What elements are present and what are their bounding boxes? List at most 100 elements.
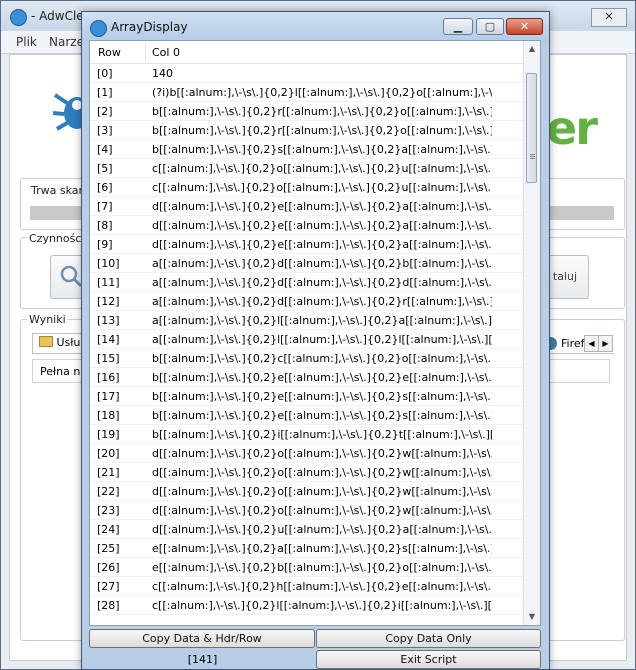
row-index: [25] (97, 542, 120, 555)
row-index: [23] (97, 504, 120, 517)
row-index: [18] (97, 409, 120, 422)
row-index: [13] (97, 314, 120, 327)
row-index: [20] (97, 447, 120, 460)
vertical-scrollbar[interactable]: ▲ ▼ (523, 41, 540, 625)
table-row[interactable]: [8] d[[:alnum:],\-\s\.]{0,2}e[[:alnum:],\… (90, 216, 524, 235)
table-row[interactable]: [25] e[[:alnum:],\-\s\.]{0,2}a[[:alnum:],… (90, 539, 524, 558)
grip-icon (530, 154, 535, 155)
row-value: b[[:alnum:],\-\s\.]{0,2}e[[:alnum:],\-\s… (152, 409, 492, 422)
scan-group-label: Trwa skan (29, 184, 88, 197)
row-index: [17] (97, 390, 120, 403)
table-row[interactable]: [5] c[[:alnum:],\-\s\.]{0,2}o[[:alnum:],\… (90, 159, 524, 178)
row-value: a[[:alnum:],\-\s\.]{0,2}l[[:alnum:],\-\s… (152, 314, 492, 327)
table-row[interactable]: [9] d[[:alnum:],\-\s\.]{0,2}e[[:alnum:],\… (90, 235, 524, 254)
menu-tools[interactable]: Narzę (49, 35, 84, 49)
row-index: [2] (97, 105, 113, 118)
table-row[interactable]: [4] b[[:alnum:],\-\s\.]{0,2}s[[:alnum:],\… (90, 140, 524, 159)
row-index: [16] (97, 371, 120, 384)
table-row[interactable]: [10] a[[:alnum:],\-\s\.]{0,2}d[[:alnum:],… (90, 254, 524, 273)
row-value: c[[:alnum:],\-\s\.]{0,2}h[[:alnum:],\-\s… (152, 580, 492, 593)
column-header-row[interactable]: Row (98, 46, 121, 59)
row-index: [8] (97, 219, 113, 232)
table-row[interactable]: [12] a[[:alnum:],\-\s\.]{0,2}d[[:alnum:],… (90, 292, 524, 311)
table-row[interactable]: [7] d[[:alnum:],\-\s\.]{0,2}e[[:alnum:],\… (90, 197, 524, 216)
row-index: [6] (97, 181, 113, 194)
exit-script-button[interactable]: Exit Script (316, 650, 541, 669)
tab-services[interactable]: Usłu (32, 333, 88, 353)
uninstall-label: taluj (552, 270, 578, 283)
row-index: [3] (97, 124, 113, 137)
row-index: [9] (97, 238, 113, 251)
row-value: d[[:alnum:],\-\s\.]{0,2}e[[:alnum:],\-\s… (152, 200, 492, 213)
close-button[interactable]: ✕ (591, 8, 627, 27)
column-header-col0[interactable]: Col 0 (152, 46, 180, 59)
table-row[interactable]: [16] b[[:alnum:],\-\s\.]{0,2}e[[:alnum:],… (90, 368, 524, 387)
row-value: c[[:alnum:],\-\s\.]{0,2}o[[:alnum:],\-\s… (152, 162, 492, 175)
row-value: b[[:alnum:],\-\s\.]{0,2}s[[:alnum:],\-\s… (152, 143, 492, 156)
table-row[interactable]: [3] b[[:alnum:],\-\s\.]{0,2}r[[:alnum:],\… (90, 121, 524, 140)
table-row[interactable]: [15] b[[:alnum:],\-\s\.]{0,2}c[[:alnum:],… (90, 349, 524, 368)
tab-firefox-label[interactable]: Firef (561, 337, 585, 350)
autoit-icon (90, 20, 107, 37)
row-value: d[[:alnum:],\-\s\.]{0,2}e[[:alnum:],\-\s… (152, 238, 492, 251)
column-divider[interactable] (145, 43, 146, 61)
row-index: [14] (97, 333, 120, 346)
table-row[interactable]: [26] e[[:alnum:],\-\s\.]{0,2}b[[:alnum:],… (90, 558, 524, 577)
table-row[interactable]: [28] c[[:alnum:],\-\s\.]{0,2}l[[:alnum:],… (90, 596, 524, 615)
row-index: [4] (97, 143, 113, 156)
row-value: b[[:alnum:],\-\s\.]{0,2}i[[:alnum:],\-\s… (152, 428, 492, 441)
row-index: [28] (97, 599, 120, 612)
actions-group-label: Czynności (27, 232, 87, 245)
scroll-down-arrow-icon[interactable]: ▼ (524, 609, 540, 625)
minimize-button[interactable]: ▁ (443, 18, 473, 35)
table-row[interactable]: [1] (?i)b[[:alnum:],\-\s\.]{0,2}l[[:alnum… (90, 83, 524, 102)
row-value: b[[:alnum:],\-\s\.]{0,2}e[[:alnum:],\-\s… (152, 371, 492, 384)
array-list[interactable]: Row Col 0 [0] 140 [1] (?i)b[[:alnum:],\-\s\… (89, 40, 541, 626)
row-value: a[[:alnum:],\-\s\.]{0,2}d[[:alnum:],\-\s… (152, 276, 492, 289)
close-button[interactable]: ✕ (506, 18, 543, 35)
table-row[interactable]: [2] b[[:alnum:],\-\s\.]{0,2}r[[:alnum:],\… (90, 102, 524, 121)
table-row[interactable]: [14] a[[:alnum:],\-\s\.]{0,2}l[[:alnum:],… (90, 330, 524, 349)
scroll-up-arrow-icon[interactable]: ▲ (524, 41, 540, 57)
row-value: e[[:alnum:],\-\s\.]{0,2}a[[:alnum:],\-\s… (152, 542, 492, 555)
table-row[interactable]: [23] d[[:alnum:],\-\s\.]{0,2}o[[:alnum:],… (90, 501, 524, 520)
row-index: [19] (97, 428, 120, 441)
table-row[interactable]: [6] c[[:alnum:],\-\s\.]{0,2}o[[:alnum:],\… (90, 178, 524, 197)
array-display-window: ArrayDisplay ▁ ▢ ✕ Row Col 0 [0] 140 [1] (?… (81, 11, 550, 670)
table-row[interactable]: [19] b[[:alnum:],\-\s\.]{0,2}i[[:alnum:],… (90, 425, 524, 444)
row-index: [24] (97, 523, 120, 536)
row-value: d[[:alnum:],\-\s\.]{0,2}o[[:alnum:],\-\s… (152, 504, 492, 517)
row-value: d[[:alnum:],\-\s\.]{0,2}o[[:alnum:],\-\s… (152, 485, 492, 498)
row-index: [0] (97, 67, 113, 80)
row-value: b[[:alnum:],\-\s\.]{0,2}c[[:alnum:],\-\s… (152, 352, 492, 365)
tab-scroll-right-button[interactable]: ▶ (598, 335, 613, 352)
table-row[interactable]: [24] d[[:alnum:],\-\s\.]{0,2}u[[:alnum:],… (90, 520, 524, 539)
row-index: [22] (97, 485, 120, 498)
maximize-button[interactable]: ▢ (476, 18, 504, 35)
table-row[interactable]: [21] d[[:alnum:],\-\s\.]{0,2}o[[:alnum:],… (90, 463, 524, 482)
table-row[interactable]: [17] b[[:alnum:],\-\s\.]{0,2}e[[:alnum:],… (90, 387, 524, 406)
table-row[interactable]: [13] a[[:alnum:],\-\s\.]{0,2}l[[:alnum:],… (90, 311, 524, 330)
row-index: [7] (97, 200, 113, 213)
menu-file[interactable]: Plik (16, 35, 37, 49)
row-index: [15] (97, 352, 120, 365)
row-value: d[[:alnum:],\-\s\.]{0,2}u[[:alnum:],\-\s… (152, 523, 492, 536)
copy-data-hdr-row-button[interactable]: Copy Data & Hdr/Row (89, 629, 315, 648)
table-row[interactable]: [11] a[[:alnum:],\-\s\.]{0,2}d[[:alnum:],… (90, 273, 524, 292)
tab-scroll-left-button[interactable]: ◀ (584, 335, 599, 352)
table-row[interactable]: [18] b[[:alnum:],\-\s\.]{0,2}e[[:alnum:],… (90, 406, 524, 425)
list-header: Row Col 0 (90, 41, 524, 64)
adwcleaner-title: - AdwCle (31, 9, 84, 23)
table-row[interactable]: [22] d[[:alnum:],\-\s\.]{0,2}o[[:alnum:],… (90, 482, 524, 501)
row-value: a[[:alnum:],\-\s\.]{0,2}d[[:alnum:],\-\s… (152, 295, 492, 308)
array-display-title: ArrayDisplay (111, 20, 188, 34)
copy-data-only-button[interactable]: Copy Data Only (316, 629, 541, 648)
table-row[interactable]: [20] d[[:alnum:],\-\s\.]{0,2}o[[:alnum:],… (90, 444, 524, 463)
scrollbar-thumb[interactable] (526, 73, 537, 183)
table-row[interactable]: [27] c[[:alnum:],\-\s\.]{0,2}h[[:alnum:],… (90, 577, 524, 596)
results-group-label: Wyniki (27, 313, 68, 326)
table-row[interactable]: [0] 140 (90, 64, 524, 83)
row-value: d[[:alnum:],\-\s\.]{0,2}e[[:alnum:],\-\s… (152, 219, 492, 232)
row-value: c[[:alnum:],\-\s\.]{0,2}o[[:alnum:],\-\s… (152, 181, 492, 194)
row-value: c[[:alnum:],\-\s\.]{0,2}l[[:alnum:],\-\s… (152, 599, 492, 612)
